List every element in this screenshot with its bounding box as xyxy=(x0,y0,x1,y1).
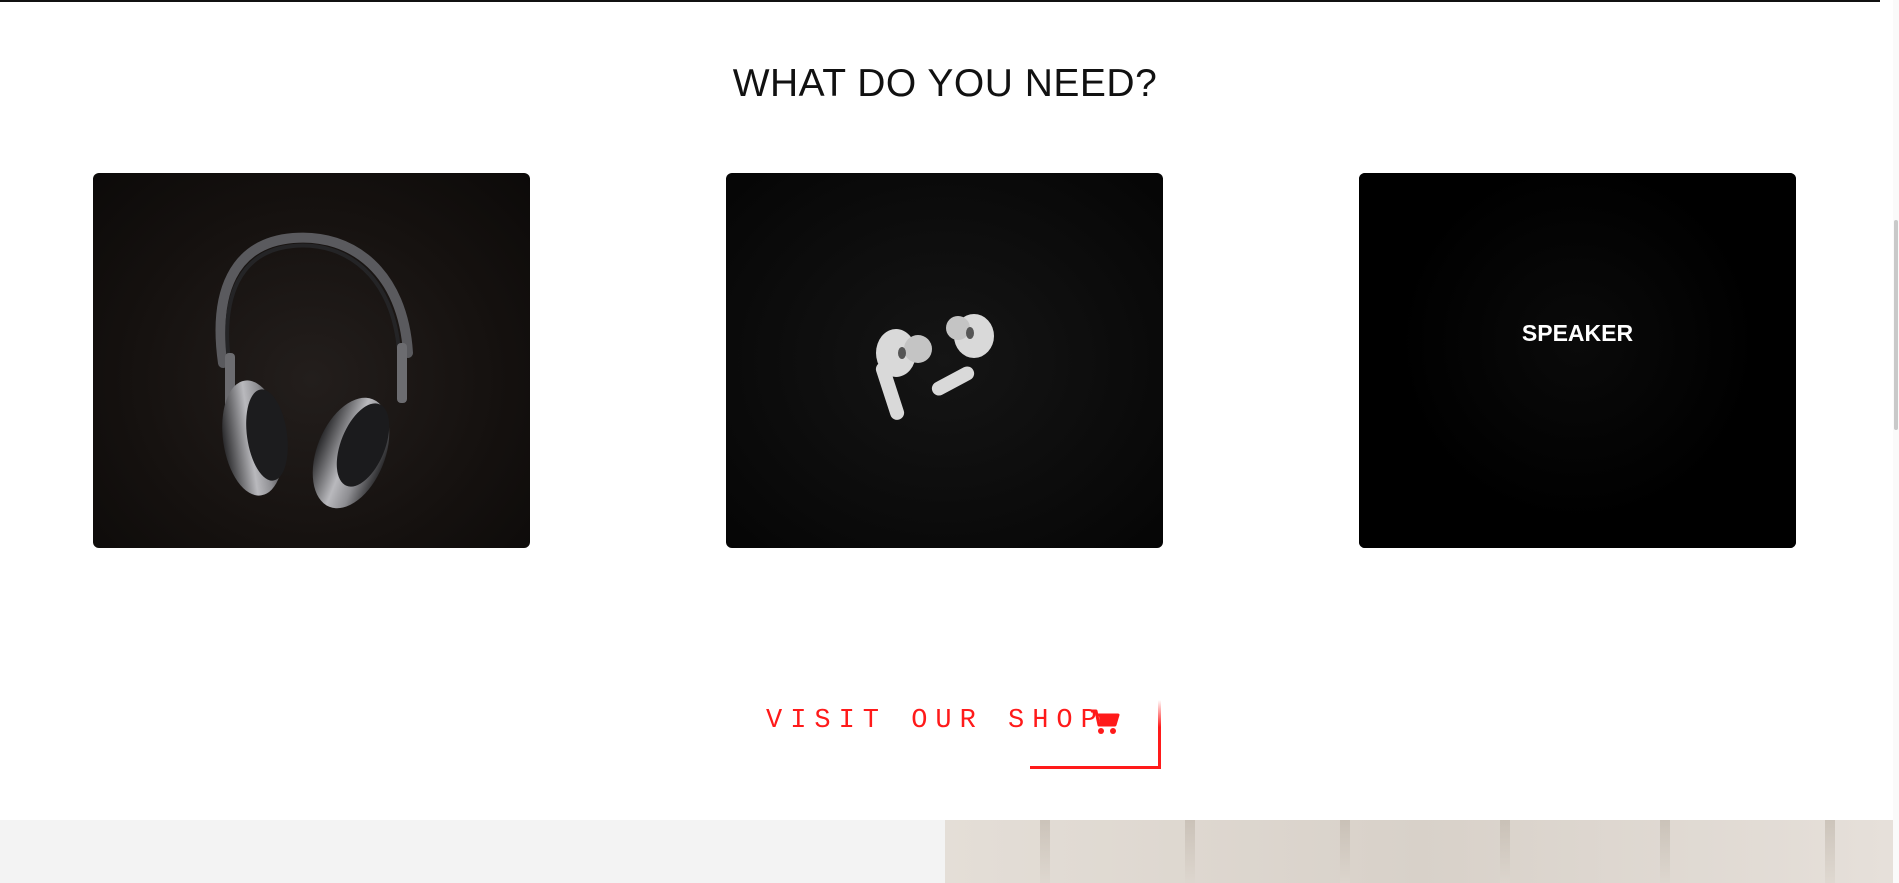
headphones-image xyxy=(215,232,413,509)
category-card-earbuds[interactable] xyxy=(726,173,1163,548)
scrollbar-track[interactable] xyxy=(1893,0,1899,883)
card-label-speaker: SPEAKER xyxy=(1521,320,1634,346)
speaker-image xyxy=(1359,173,1796,548)
cart-icon xyxy=(1091,709,1120,734)
button-corner-vertical xyxy=(1158,700,1161,768)
page-content: WHAT DO YOU NEED? SPEAKER VISIT OUR SHOP xyxy=(0,0,1895,883)
visit-shop-label: VISIT OUR SHOP xyxy=(766,706,1105,736)
category-card-headphones[interactable] xyxy=(93,173,530,548)
section-heading: WHAT DO YOU NEED? xyxy=(732,62,1158,105)
top-divider xyxy=(0,0,1880,2)
next-section-left xyxy=(0,820,945,883)
category-card-speaker[interactable]: SPEAKER xyxy=(1359,173,1796,548)
earbuds-image xyxy=(875,314,994,420)
scrollbar-thumb[interactable] xyxy=(1894,220,1898,430)
visit-shop-button[interactable]: VISIT OUR SHOP xyxy=(760,700,1161,770)
next-section-image xyxy=(945,820,1895,883)
button-corner-horizontal xyxy=(1030,766,1161,769)
